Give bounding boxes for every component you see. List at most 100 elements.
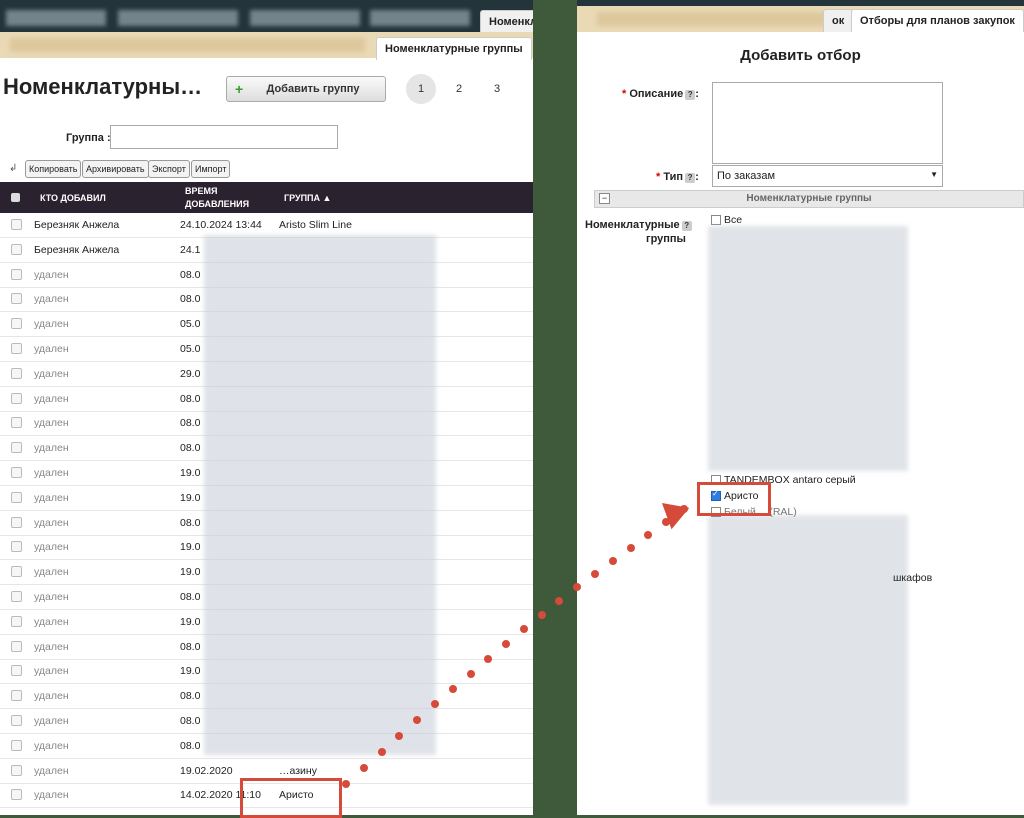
description-label: * Описание?: — [622, 88, 699, 100]
row-checkbox[interactable] — [11, 566, 22, 578]
checkbox-all[interactable]: Все — [711, 214, 742, 226]
export-button[interactable]: Экспорт — [148, 160, 190, 178]
arrow-dot — [591, 570, 600, 578]
row-checkbox[interactable] — [11, 516, 22, 528]
row-checkbox[interactable] — [11, 640, 22, 652]
row-time: 08.0 — [180, 591, 201, 603]
tab-nomenclature[interactable]: Номенклатурные — [480, 10, 533, 33]
arrow-dot — [502, 639, 511, 648]
row-who: удален — [34, 367, 69, 380]
row-time: 24.1 — [180, 243, 201, 256]
row-time: 19.0 — [180, 566, 201, 579]
row-time: 29.0 — [180, 367, 201, 380]
row-checkbox[interactable] — [11, 243, 22, 255]
row-who: удален — [34, 318, 69, 331]
arrow-dot — [359, 763, 368, 772]
row-checkbox[interactable] — [11, 715, 22, 726]
select-all-checkbox[interactable] — [11, 193, 20, 202]
group-filter-label: Группа : — [66, 132, 111, 144]
help-icon[interactable]: ? — [685, 173, 696, 183]
row-who: удален — [34, 715, 69, 727]
table-header: КТО ДОБАВИЛ ВРЕМЯ ДОБАВЛЕНИЯ ГРУППА ▲ — [0, 182, 533, 213]
highlight-aristo-checkbox — [697, 482, 771, 516]
row-checkbox[interactable] — [11, 268, 22, 280]
row-checkbox[interactable] — [11, 293, 22, 305]
row-time: 24.10.2024 13:44 — [180, 219, 262, 231]
row-who: удален — [34, 690, 69, 703]
tab-purchase-plan-filters[interactable]: Отборы для планов закупок — [851, 9, 1024, 32]
page-title: Номенклатурны… — [3, 74, 203, 99]
arrow-dot — [342, 780, 350, 788]
group-filter-input[interactable] — [110, 125, 338, 149]
row-who: удален — [34, 417, 69, 430]
type-label: * Тип?: — [656, 171, 699, 183]
row-checkbox[interactable] — [11, 392, 22, 404]
row-checkbox[interactable] — [11, 764, 22, 776]
row-who: удален — [34, 615, 69, 628]
copy-button[interactable]: Копировать — [25, 160, 82, 178]
row-checkbox[interactable] — [11, 615, 22, 627]
row-checkbox[interactable] — [11, 343, 22, 354]
row-time: 08.0 — [180, 739, 201, 752]
groups-label: Номенклатурные? — [585, 219, 692, 231]
archive-button[interactable]: Архивировать — [82, 160, 149, 178]
row-checkbox[interactable] — [11, 591, 22, 602]
plus-icon: + — [235, 81, 244, 97]
row-who: удален — [34, 566, 69, 579]
row-who: удален — [34, 442, 69, 455]
help-icon[interactable]: ? — [681, 221, 692, 231]
row-time: 08.0 — [180, 268, 201, 281]
tab-partial[interactable]: ок — [823, 9, 854, 32]
row-who: удален — [34, 293, 69, 306]
row-checkbox[interactable] — [11, 442, 22, 454]
arrow-dot — [377, 747, 386, 756]
page-2-button[interactable]: 2 — [444, 74, 474, 104]
row-time: 19.0 — [180, 541, 201, 554]
row-who: Березняк Анжела — [34, 243, 120, 256]
row-who: удален — [34, 491, 69, 504]
row-checkbox[interactable] — [11, 541, 22, 553]
row-checkbox[interactable] — [11, 491, 22, 503]
row-time: 19.0 — [180, 615, 201, 628]
row-checkbox[interactable] — [11, 690, 22, 702]
row-who: удален — [34, 343, 69, 355]
row-checkbox[interactable] — [11, 789, 22, 801]
row-time: 08.0 — [180, 293, 201, 306]
header-group[interactable]: ГРУППА ▲ — [284, 193, 331, 203]
top-nav-bar — [0, 0, 533, 32]
row-who: удален — [34, 739, 69, 752]
import-arrow-icon: ↲ — [9, 163, 18, 174]
row-time: 08.0 — [180, 715, 201, 727]
row-who: удален — [34, 268, 69, 281]
type-select[interactable]: По заказам ▼ — [712, 165, 943, 187]
row-checkbox[interactable] — [11, 417, 22, 429]
row-time: 05.0 — [180, 318, 201, 331]
arrow-dot — [466, 669, 475, 678]
page-1-button[interactable]: 1 — [406, 74, 436, 104]
row-time: 08.0 — [180, 690, 201, 703]
row-group: Aristo Slim Line — [279, 219, 352, 231]
row-checkbox[interactable] — [11, 219, 22, 230]
header-who[interactable]: КТО ДОБАВИЛ — [40, 193, 106, 203]
help-icon[interactable]: ? — [685, 90, 696, 100]
row-checkbox[interactable] — [11, 318, 22, 330]
header-time[interactable]: ВРЕМЯ ДОБАВЛЕНИЯ — [185, 185, 249, 211]
groups-label-line2: группы — [646, 233, 686, 245]
add-group-button[interactable]: + Добавить группу — [226, 76, 386, 102]
row-who: удален — [34, 516, 69, 529]
row-checkbox[interactable] — [11, 467, 22, 478]
row-time: 05.0 — [180, 343, 201, 355]
arrow-dot — [555, 597, 564, 606]
section-header[interactable]: − Номенклатурные группы — [594, 190, 1024, 208]
import-button[interactable]: Импорт — [191, 160, 231, 178]
subtab-nomenclature-groups[interactable]: Номенклатурные группы — [376, 37, 532, 60]
row-time: 19.0 — [180, 665, 201, 678]
row-time: 19.0 — [180, 491, 201, 504]
page-3-button[interactable]: 3 — [482, 74, 512, 104]
row-checkbox[interactable] — [11, 665, 22, 677]
row-time: 19.0 — [180, 467, 201, 479]
row-who: удален — [34, 392, 69, 405]
description-textarea[interactable] — [712, 82, 943, 164]
row-checkbox[interactable] — [11, 739, 22, 751]
row-checkbox[interactable] — [11, 367, 22, 379]
